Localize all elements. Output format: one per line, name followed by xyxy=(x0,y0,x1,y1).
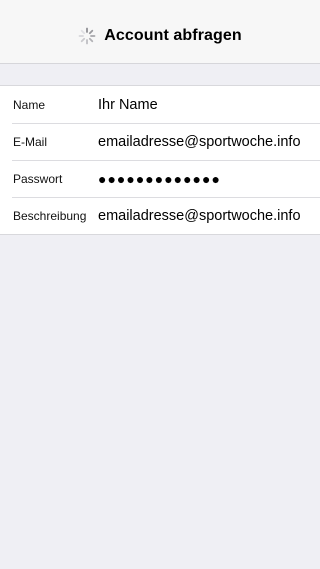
email-field[interactable]: emailadresse@sportwoche.info xyxy=(98,134,301,150)
page-title: Account abfragen xyxy=(104,27,242,44)
name-field[interactable]: Ihr Name xyxy=(98,97,158,113)
email-row[interactable]: E-Mail emailadresse@sportwoche.info xyxy=(0,123,320,160)
description-field[interactable]: emailadresse@sportwoche.info xyxy=(98,208,301,224)
activity-spinner-icon xyxy=(78,27,96,45)
password-label: Passwort xyxy=(13,171,63,186)
password-row[interactable]: Passwort ●●●●●●●●●●●●● xyxy=(0,160,320,197)
email-label: E-Mail xyxy=(13,134,48,149)
description-label: Beschreibung xyxy=(13,208,87,223)
password-field[interactable]: ●●●●●●●●●●●●● xyxy=(98,171,221,187)
navigation-bar: Account abfragen xyxy=(0,0,320,64)
name-row[interactable]: Name Ihr Name xyxy=(0,86,320,123)
description-row[interactable]: Beschreibung emailadresse@sportwoche.inf… xyxy=(0,197,320,234)
name-label: Name xyxy=(13,97,46,112)
nav-title-group: Account abfragen xyxy=(0,20,320,52)
account-form: Name Ihr Name E-Mail emailadresse@sportw… xyxy=(0,85,320,235)
